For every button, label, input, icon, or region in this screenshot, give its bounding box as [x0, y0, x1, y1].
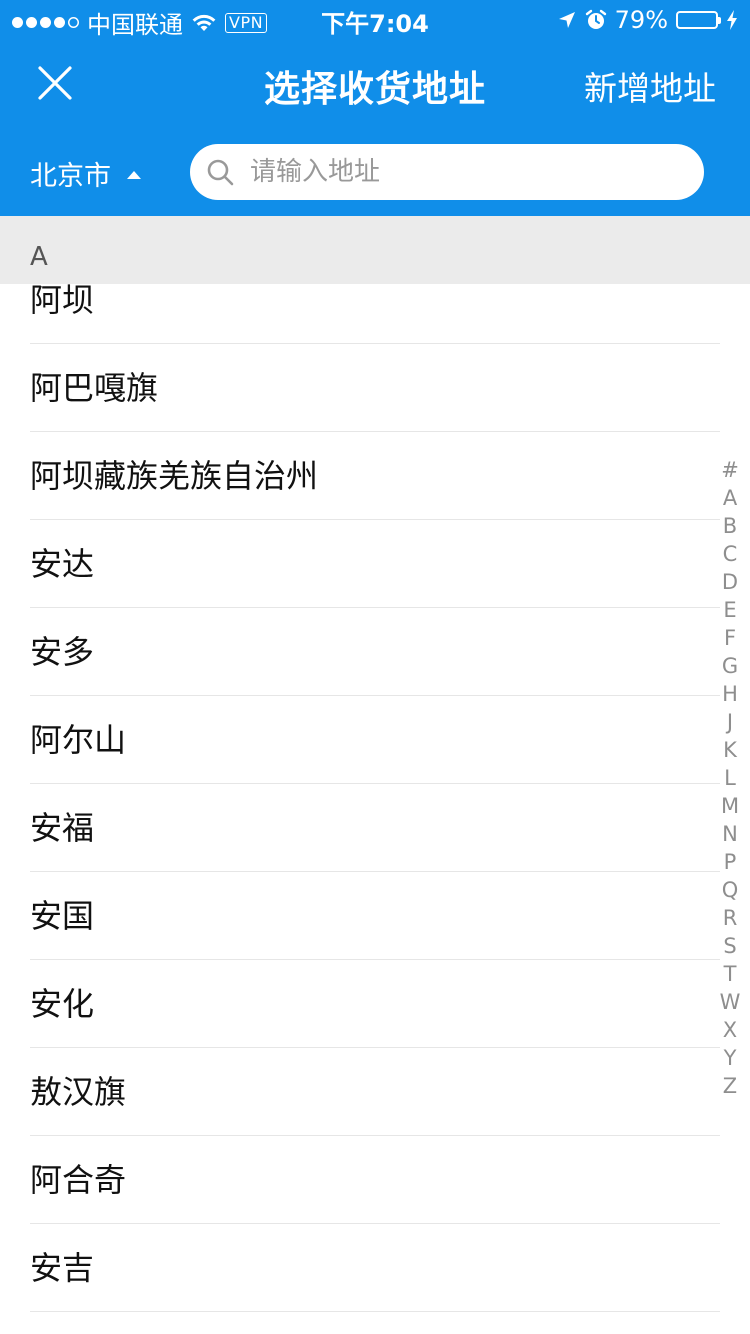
index-letter[interactable]: G: [722, 652, 738, 680]
battery-icon: [676, 11, 721, 29]
index-letter[interactable]: K: [723, 736, 737, 764]
index-letter[interactable]: M: [721, 792, 739, 820]
list-item[interactable]: 安国: [30, 872, 720, 960]
index-letter[interactable]: T: [724, 960, 737, 988]
index-letter[interactable]: L: [724, 764, 736, 792]
nav-bar: 选择收货地址 新增地址: [0, 40, 750, 128]
index-letter[interactable]: #: [721, 456, 739, 484]
city-name: 北京市: [30, 161, 111, 192]
list-item[interactable]: 阿合奇: [30, 1136, 720, 1224]
index-letter[interactable]: R: [723, 904, 738, 932]
index-letter[interactable]: Q: [722, 876, 739, 904]
index-letter[interactable]: Y: [724, 1044, 737, 1072]
search-input[interactable]: [248, 156, 672, 188]
index-letter[interactable]: X: [723, 1016, 737, 1044]
filter-row: 北京市: [0, 128, 750, 216]
index-letter[interactable]: J: [727, 708, 733, 736]
add-address-button[interactable]: 新增地址: [584, 62, 716, 110]
index-letter[interactable]: A: [723, 484, 737, 512]
index-letter[interactable]: P: [724, 848, 737, 876]
battery-percent: 79%: [614, 6, 668, 34]
index-letter[interactable]: N: [722, 820, 738, 848]
city-selector[interactable]: 北京市: [30, 154, 141, 193]
alarm-clock-icon: [585, 9, 606, 29]
status-right: 79%: [557, 6, 738, 34]
search-icon: [207, 159, 234, 186]
caret-up-icon: [127, 170, 141, 179]
index-letter[interactable]: E: [723, 596, 736, 624]
list-item[interactable]: 安吉: [30, 1224, 720, 1312]
section-header: A: [0, 216, 750, 284]
list-item[interactable]: 安多: [30, 608, 720, 696]
list-item[interactable]: 安达: [30, 520, 720, 608]
index-letter[interactable]: W: [720, 988, 741, 1016]
index-letter[interactable]: D: [722, 568, 738, 596]
list-item[interactable]: 安化: [30, 960, 720, 1048]
charging-bolt-icon: [727, 10, 737, 30]
list-item[interactable]: 敖汉旗: [30, 1048, 720, 1136]
index-letter[interactable]: C: [723, 540, 738, 568]
index-letter[interactable]: Z: [723, 1072, 737, 1100]
list-item[interactable]: 阿坝藏族羌族自治州: [30, 432, 720, 520]
list-item[interactable]: 阿尔山: [30, 696, 720, 784]
location-arrow-icon: [558, 12, 575, 28]
index-letter[interactable]: S: [723, 932, 736, 960]
index-letter[interactable]: F: [724, 624, 736, 652]
index-letter[interactable]: H: [722, 680, 738, 708]
alphabet-index[interactable]: # A B C D E F G H J K L M N P Q R S T W …: [716, 456, 744, 1100]
top-header: 中国联通 VPN 下午7:04 79% 选择收货地址 新增地址 北京市 请输入地…: [0, 0, 750, 216]
city-list: 阿坝 阿巴嘎旗 阿坝藏族羌族自治州 安达 安多 阿尔山 安福 安国 安化 敖汉旗…: [0, 256, 750, 1312]
index-letter[interactable]: B: [723, 512, 737, 540]
status-bar: 中国联通 VPN 下午7:04 79%: [0, 0, 750, 40]
list-item[interactable]: 安福: [30, 784, 720, 872]
list-item[interactable]: 阿巴嘎旗: [30, 344, 720, 432]
search-box[interactable]: [190, 144, 704, 200]
section-letter: A: [30, 242, 48, 272]
